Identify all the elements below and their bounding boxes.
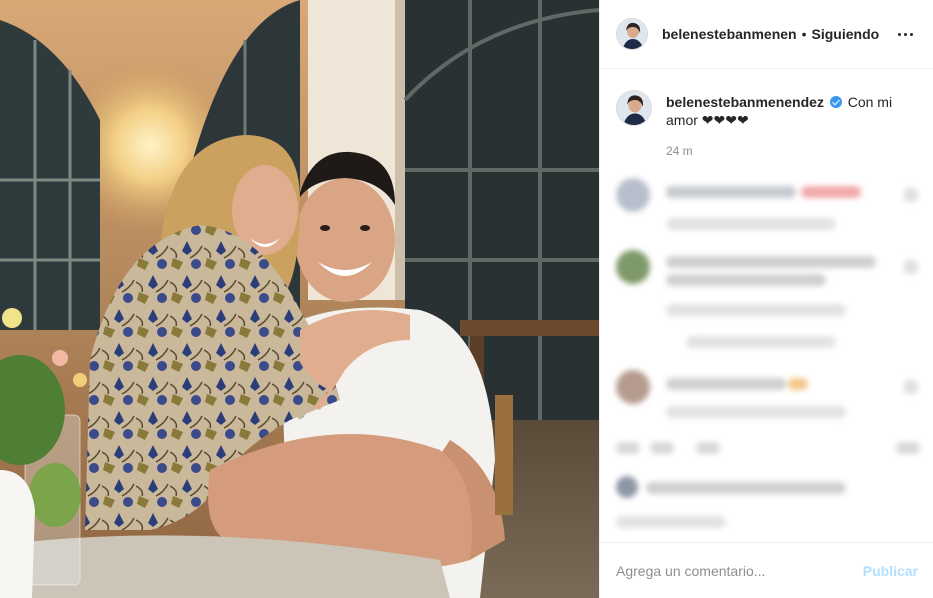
- caption-text-line2: amor ❤❤❤❤: [666, 112, 749, 128]
- more-options-icon[interactable]: [893, 22, 917, 46]
- comment-input[interactable]: [616, 562, 846, 579]
- following-button[interactable]: Siguiendo: [812, 26, 880, 42]
- caption-username[interactable]: belenestebanmenendez: [666, 94, 824, 110]
- list-item: [616, 250, 918, 348]
- post-side-panel: belenestebanmenen • Siguiendo belenesteb…: [599, 0, 933, 598]
- blurred-comments-list: [600, 170, 933, 530]
- post-header: belenestebanmenen • Siguiendo: [600, 0, 933, 69]
- post-caption: belenestebanmenendez Con mi amor ❤❤❤❤: [616, 90, 917, 129]
- post-author-username[interactable]: belenestebanmenen: [662, 26, 797, 42]
- comment-form: Publicar: [600, 542, 933, 598]
- publish-button[interactable]: Publicar: [863, 563, 918, 579]
- verified-badge-icon: [829, 96, 842, 108]
- caption-text-block: belenestebanmenendez Con mi amor ❤❤❤❤: [666, 90, 892, 129]
- avatar-image: [617, 19, 647, 49]
- caption-text-line1: Con mi: [847, 94, 893, 110]
- list-item: [616, 438, 920, 528]
- list-item: [616, 178, 918, 238]
- post-timestamp[interactable]: 24 m: [666, 144, 693, 158]
- caption-avatar[interactable]: [616, 90, 652, 126]
- list-item: [616, 370, 918, 430]
- avatar[interactable]: [616, 18, 648, 50]
- caption-avatar-image: [617, 91, 651, 125]
- post-photo[interactable]: [0, 0, 599, 598]
- separator-dot: •: [801, 26, 807, 42]
- post-photo-image: [0, 0, 599, 598]
